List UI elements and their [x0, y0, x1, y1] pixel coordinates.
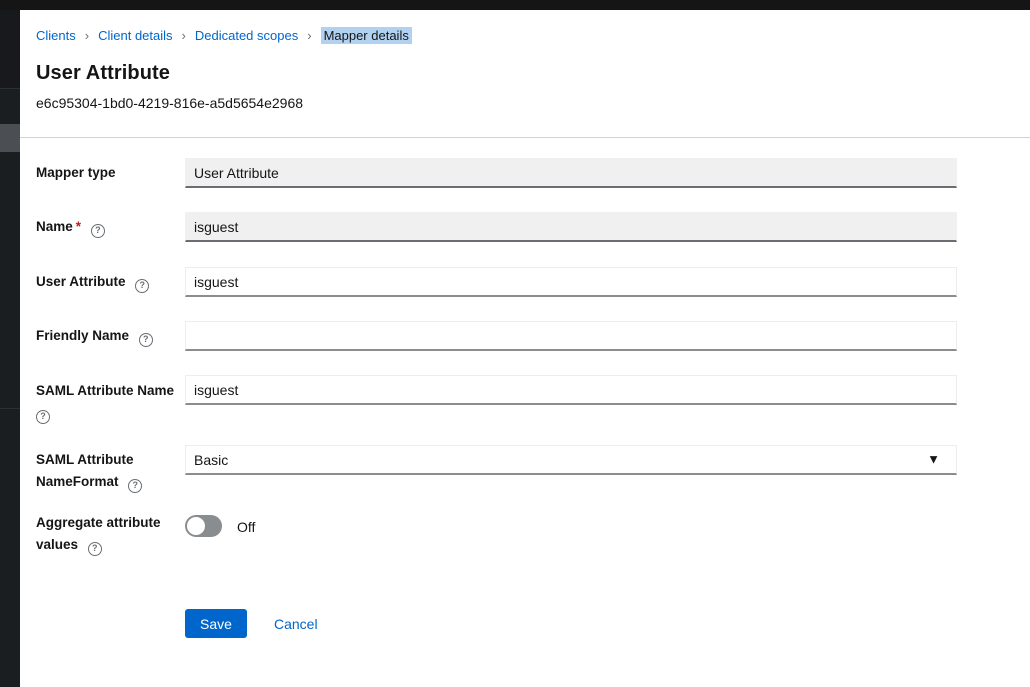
name-input[interactable]: [185, 212, 957, 242]
help-icon[interactable]: ?: [128, 479, 142, 493]
sidebar-divider: [0, 88, 20, 89]
friendly-name-label-text: Friendly Name: [36, 328, 129, 343]
aggregate-attribute-values-label: Aggregate attribute values ?: [36, 515, 186, 556]
sidebar-segment-top: [0, 10, 20, 88]
sidebar-divider: [0, 408, 20, 409]
caret-down-icon: ▼: [927, 451, 940, 466]
user-attribute-input[interactable]: [185, 267, 957, 297]
breadcrumb-clients[interactable]: Clients: [36, 28, 76, 43]
mapper-type-label: Mapper type: [36, 165, 186, 181]
help-icon[interactable]: ?: [135, 279, 149, 293]
select-value: Basic: [194, 452, 228, 468]
page-title: User Attribute: [36, 62, 170, 85]
aggregate-label-line2: values: [36, 537, 78, 552]
cancel-link[interactable]: Cancel: [274, 616, 318, 632]
user-attribute-label: User Attribute ?: [36, 274, 186, 293]
sidebar-strip[interactable]: [0, 10, 20, 687]
saml-attribute-nameformat-label-line2: NameFormat: [36, 474, 119, 489]
chevron-right-icon: ›: [182, 29, 186, 42]
friendly-name-input[interactable]: [185, 321, 957, 351]
required-indicator: *: [76, 219, 81, 234]
friendly-name-label: Friendly Name ?: [36, 328, 186, 347]
aggregate-attribute-values-toggle[interactable]: [185, 515, 222, 537]
breadcrumb-client-details[interactable]: Client details: [98, 28, 172, 43]
mapper-type-label-text: Mapper type: [36, 165, 116, 180]
name-label-text: Name: [36, 219, 73, 234]
saml-attribute-nameformat-label-line1: SAML Attribute: [36, 452, 186, 468]
chevron-right-icon: ›: [85, 29, 89, 42]
mapper-details-page: Clients › Client details › Dedicated sco…: [0, 0, 1030, 687]
saml-attribute-name-input[interactable]: [185, 375, 957, 405]
toggle-state-label: Off: [237, 519, 255, 535]
chevron-right-icon: ›: [307, 29, 311, 42]
help-icon[interactable]: ?: [139, 333, 153, 347]
breadcrumb: Clients › Client details › Dedicated sco…: [36, 27, 412, 44]
save-button[interactable]: Save: [185, 609, 247, 638]
saml-attribute-name-label-text: SAML Attribute Name: [36, 383, 186, 399]
mapper-id: e6c95304-1bd0-4219-816e-a5d5654e2968: [36, 95, 303, 111]
mapper-type-input[interactable]: [185, 158, 957, 188]
help-icon[interactable]: ?: [91, 224, 105, 238]
name-label: Name* ?: [36, 219, 186, 238]
user-attribute-label-text: User Attribute: [36, 274, 126, 289]
sidebar-active-item[interactable]: [0, 124, 20, 152]
header-divider: [20, 137, 1030, 138]
saml-attribute-nameformat-label: SAML Attribute NameFormat ?: [36, 452, 186, 493]
saml-attribute-nameformat-select[interactable]: Basic ▼: [185, 445, 957, 475]
aggregate-label-line1: Aggregate attribute: [36, 515, 186, 531]
help-icon[interactable]: ?: [36, 410, 50, 424]
masthead-bar: [0, 0, 1030, 10]
breadcrumb-mapper-details: Mapper details: [321, 27, 412, 44]
toggle-knob: [187, 517, 205, 535]
saml-attribute-name-label: SAML Attribute Name ?: [36, 383, 186, 424]
help-icon[interactable]: ?: [88, 542, 102, 556]
breadcrumb-dedicated-scopes[interactable]: Dedicated scopes: [195, 28, 298, 43]
